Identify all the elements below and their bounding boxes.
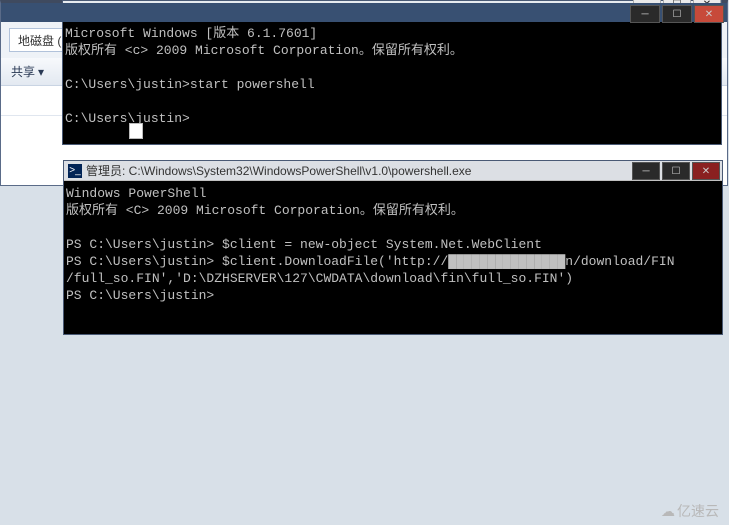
watermark-icon: ☁ [661,503,675,520]
powershell-window: >_ 管理员: C:\Windows\System32\WindowsPower… [63,160,723,335]
powershell-icon: >_ [68,164,82,178]
ps-title-bar[interactable]: >_ 管理员: C:\Windows\System32\WindowsPower… [64,161,722,181]
maximize-button[interactable]: ☐ [662,5,692,23]
ps-output[interactable]: Windows PowerShell 版权所有 <C> 2009 Microso… [64,181,722,308]
maximize-button[interactable]: ☐ [662,162,690,180]
close-button[interactable]: ✕ [692,162,720,180]
cmd-output[interactable]: Microsoft Windows [版本 6.1.7601] 版权所有 <c>… [63,21,721,131]
explorer-title-bar[interactable]: ─ ☐ ✕ [1,3,727,22]
file-icon [129,123,143,139]
minimize-button[interactable]: ─ [632,162,660,180]
minimize-button[interactable]: ─ [630,5,660,23]
ps-title: 管理员: C:\Windows\System32\WindowsPowerShe… [86,162,718,179]
share-button[interactable]: 共享 ▾ [11,63,44,80]
watermark: ☁ 亿速云 [661,501,719,521]
close-button[interactable]: ✕ [694,5,724,23]
